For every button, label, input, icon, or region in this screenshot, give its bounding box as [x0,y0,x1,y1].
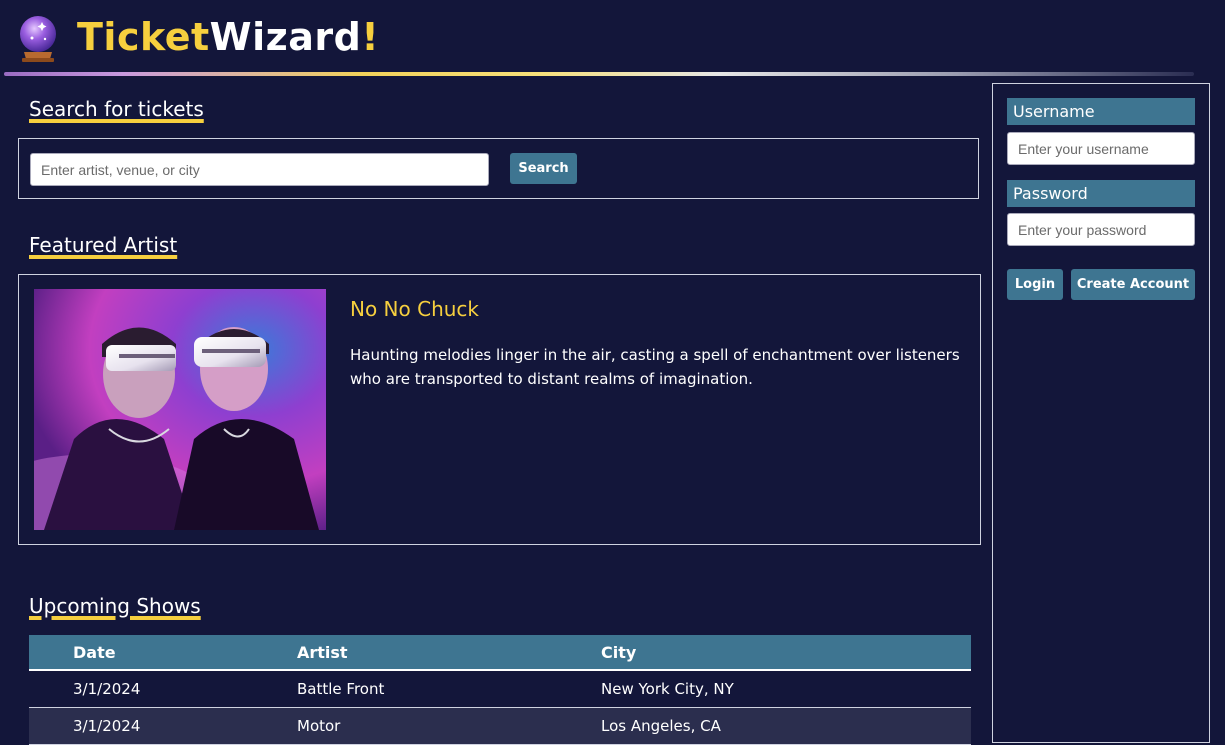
show-date: 3/1/2024 [29,670,297,708]
username-label: Username [1007,98,1195,125]
featured-artist-panel: No No Chuck Haunting melodies linger in … [18,274,981,545]
show-date: 3/1/2024 [29,707,297,745]
site-logo[interactable]: TicketWizard! [77,12,379,62]
site-header: TicketWizard! [0,0,1225,76]
login-sidebar: Username Password Login Create Account [992,83,1210,743]
artist-name[interactable]: No No Chuck [350,297,479,321]
show-city: New York City, NY [601,670,971,708]
column-header-city[interactable]: City [601,635,971,671]
show-artist: Battle Front [297,670,601,708]
search-panel: Search [18,138,979,199]
artist-description: Haunting melodies linger in the air, cas… [350,346,960,388]
search-button[interactable]: Search [510,153,577,184]
search-input[interactable] [30,153,489,186]
crystal-ball-icon [16,12,60,62]
username-field[interactable] [1007,132,1195,165]
artist-photo [34,289,326,530]
table-header-row: Date Artist City [29,635,971,671]
logo-wizard-text: Wizard [209,15,362,59]
login-button[interactable]: Login [1007,269,1063,300]
table-row[interactable]: 3/1/2024 Motor Los Angeles, CA [29,707,971,745]
shows-table: Date Artist City 3/1/2024 Battle Front N… [29,635,971,745]
create-account-button[interactable]: Create Account [1071,269,1195,300]
shows-section-title: Upcoming Shows [29,594,201,618]
table-row[interactable]: 3/1/2024 Battle Front New York City, NY [29,670,971,708]
featured-section-title: Featured Artist [29,233,178,257]
search-section-title: Search for tickets [29,97,204,121]
show-artist: Motor [297,707,601,745]
show-city: Los Angeles, CA [601,707,971,745]
column-header-artist[interactable]: Artist [297,635,601,671]
column-header-date[interactable]: Date [29,635,297,671]
password-label: Password [1007,180,1195,207]
logo-bang-text: ! [361,15,380,59]
header-divider [4,72,1194,76]
logo-ticket-text: Ticket [77,15,210,59]
password-field[interactable] [1007,213,1195,246]
